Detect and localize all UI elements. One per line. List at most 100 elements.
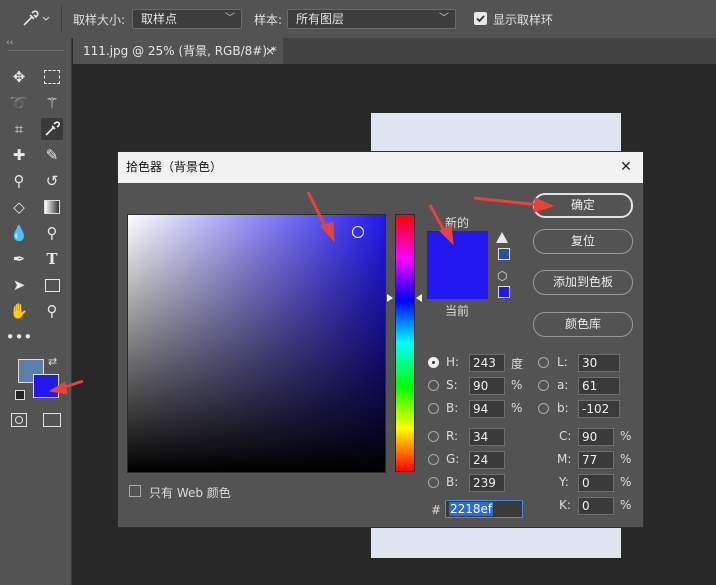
radio-a[interactable] bbox=[538, 380, 549, 391]
c-label: C: bbox=[559, 429, 572, 443]
m-unit: % bbox=[620, 452, 632, 466]
b-lab-input[interactable]: -102 bbox=[578, 400, 620, 418]
hex-label: # bbox=[431, 503, 442, 517]
hue-slider-right-handle[interactable] bbox=[416, 294, 422, 302]
sample-dropdown[interactable]: 所有图层 ﹀ bbox=[287, 9, 456, 29]
gradient-tool-icon[interactable] bbox=[41, 196, 63, 218]
crop-tool-icon[interactable]: ⌗ bbox=[8, 118, 30, 140]
s-label: S: bbox=[446, 378, 458, 392]
sample-size-dropdown[interactable]: 取样点 ﹀ bbox=[132, 9, 242, 29]
web-only-checkbox[interactable] bbox=[129, 485, 141, 497]
web-cube-icon[interactable]: ⬡ bbox=[497, 269, 507, 283]
color-libraries-button[interactable]: 颜色库 bbox=[533, 312, 633, 337]
radio-s[interactable] bbox=[428, 380, 439, 391]
r-label: R: bbox=[446, 429, 459, 443]
screen-mode-icon[interactable] bbox=[43, 413, 61, 427]
more-tools-icon[interactable]: ••• bbox=[6, 326, 33, 348]
toolbar: ‹‹ ✥ ➰ ⚚ ⌗ ✚ ✎ ⚲ ↺ ◇ 💧 ⚲ ✒ T ➤ ✋ ⚲ ••• ⇄ bbox=[0, 38, 72, 585]
sample-value: 所有图层 bbox=[296, 12, 345, 26]
g-label: G: bbox=[446, 452, 460, 466]
dialog-title-bar: 拾色器（背景色） ✕ bbox=[118, 152, 643, 183]
h-input[interactable]: 243 bbox=[469, 354, 505, 372]
magic-wand-tool-icon[interactable]: ⚚ bbox=[41, 92, 63, 114]
eyedropper-tool-icon[interactable] bbox=[41, 118, 63, 140]
rectangle-tool-icon[interactable] bbox=[41, 274, 63, 296]
pen-tool-icon[interactable]: ✒ bbox=[8, 248, 30, 270]
radio-h[interactable] bbox=[428, 357, 439, 368]
radio-l[interactable] bbox=[538, 357, 549, 368]
default-colors-icon[interactable] bbox=[15, 390, 25, 400]
r-input[interactable]: 34 bbox=[469, 428, 505, 446]
current-color-preview[interactable] bbox=[427, 265, 488, 299]
close-icon[interactable]: ✕ bbox=[617, 158, 635, 176]
radio-b-lab[interactable] bbox=[538, 403, 549, 414]
web-safe-swatch[interactable] bbox=[498, 286, 510, 298]
k-label: K: bbox=[559, 498, 571, 512]
quick-mask-icon[interactable] bbox=[11, 413, 27, 427]
warning-triangle-icon[interactable] bbox=[496, 232, 508, 243]
h-unit: 度 bbox=[511, 357, 524, 371]
g-input[interactable]: 24 bbox=[469, 451, 505, 469]
color-field-marker[interactable] bbox=[352, 226, 364, 238]
background-color-swatch[interactable] bbox=[33, 374, 59, 398]
new-color-preview bbox=[427, 231, 488, 265]
options-bar: 取样大小: 取样点 ﹀ 样本: 所有图层 ﹀ 显示取样环 bbox=[0, 0, 716, 39]
hue-slider-left-handle[interactable] bbox=[387, 294, 393, 302]
radio-b-hsb[interactable] bbox=[428, 403, 439, 414]
hex-value: 2218ef bbox=[449, 502, 494, 516]
h-label: H: bbox=[446, 355, 460, 369]
type-tool-icon[interactable]: T bbox=[41, 248, 63, 270]
ok-button[interactable]: 确定 bbox=[533, 193, 633, 218]
k-input[interactable]: 0 bbox=[578, 497, 614, 515]
color-picker-dialog: 拾色器（背景色） ✕ 新的 当前 ⬡ 确定 复位 添加到色板 颜色库 H: 24… bbox=[117, 151, 644, 528]
clone-stamp-tool-icon[interactable]: ⚲ bbox=[8, 170, 30, 192]
b-hsb-input[interactable]: 94 bbox=[469, 400, 505, 418]
m-input[interactable]: 77 bbox=[578, 451, 614, 469]
lasso-tool-icon[interactable]: ➰ bbox=[8, 92, 30, 114]
brush-tool-icon[interactable]: ✎ bbox=[41, 144, 63, 166]
healing-brush-tool-icon[interactable]: ✚ bbox=[8, 144, 30, 166]
dodge-tool-icon[interactable]: ⚲ bbox=[41, 222, 63, 244]
move-tool-icon[interactable]: ✥ bbox=[8, 66, 30, 88]
reset-button[interactable]: 复位 bbox=[533, 229, 633, 254]
document-tab-bar: 111.jpg @ 25% (背景, RGB/8#) * × bbox=[73, 38, 716, 64]
path-selection-tool-icon[interactable]: ➤ bbox=[8, 274, 30, 296]
hex-input[interactable]: 2218ef bbox=[445, 500, 523, 518]
add-to-swatches-button[interactable]: 添加到色板 bbox=[533, 270, 633, 295]
history-brush-tool-icon[interactable]: ↺ bbox=[41, 170, 63, 192]
k-unit: % bbox=[620, 498, 632, 512]
eyedropper-tool-preset-icon[interactable] bbox=[20, 9, 50, 29]
l-input[interactable]: 30 bbox=[578, 354, 620, 372]
color-field[interactable] bbox=[127, 214, 386, 473]
a-label: a: bbox=[557, 378, 569, 392]
sample-label: 样本: bbox=[254, 13, 283, 27]
eraser-tool-icon[interactable]: ◇ bbox=[8, 196, 30, 218]
c-input[interactable]: 90 bbox=[578, 428, 614, 446]
marquee-tool-icon[interactable] bbox=[41, 66, 63, 88]
b-hsb-unit: % bbox=[511, 401, 523, 415]
l-label: L: bbox=[557, 355, 568, 369]
y-input[interactable]: 0 bbox=[578, 474, 614, 492]
toolbar-collapse-icon[interactable]: ‹‹ bbox=[6, 38, 13, 48]
b-lab-label: b: bbox=[557, 401, 569, 415]
radio-g[interactable] bbox=[428, 454, 439, 465]
dialog-title: 拾色器（背景色） bbox=[126, 160, 223, 174]
s-unit: % bbox=[511, 378, 523, 392]
gamut-warning-swatch[interactable] bbox=[498, 248, 510, 260]
hue-slider[interactable] bbox=[395, 214, 415, 472]
blur-tool-icon[interactable]: 💧 bbox=[8, 222, 30, 244]
swap-colors-icon[interactable]: ⇄ bbox=[48, 355, 57, 368]
show-ring-label: 显示取样环 bbox=[493, 13, 554, 27]
document-tab-title: 111.jpg @ 25% (背景, RGB/8#) * bbox=[83, 44, 277, 58]
radio-b-rgb[interactable] bbox=[428, 477, 439, 488]
s-input[interactable]: 90 bbox=[469, 377, 505, 395]
show-ring-checkbox[interactable] bbox=[474, 12, 487, 25]
b-hsb-label: B: bbox=[446, 401, 459, 415]
zoom-tool-icon[interactable]: ⚲ bbox=[41, 300, 63, 322]
document-tab[interactable]: 111.jpg @ 25% (背景, RGB/8#) * × bbox=[73, 38, 283, 64]
b-rgb-input[interactable]: 239 bbox=[469, 474, 505, 492]
close-icon[interactable]: × bbox=[265, 38, 275, 64]
a-input[interactable]: 61 bbox=[578, 377, 620, 395]
radio-r[interactable] bbox=[428, 431, 439, 442]
hand-tool-icon[interactable]: ✋ bbox=[8, 300, 30, 322]
